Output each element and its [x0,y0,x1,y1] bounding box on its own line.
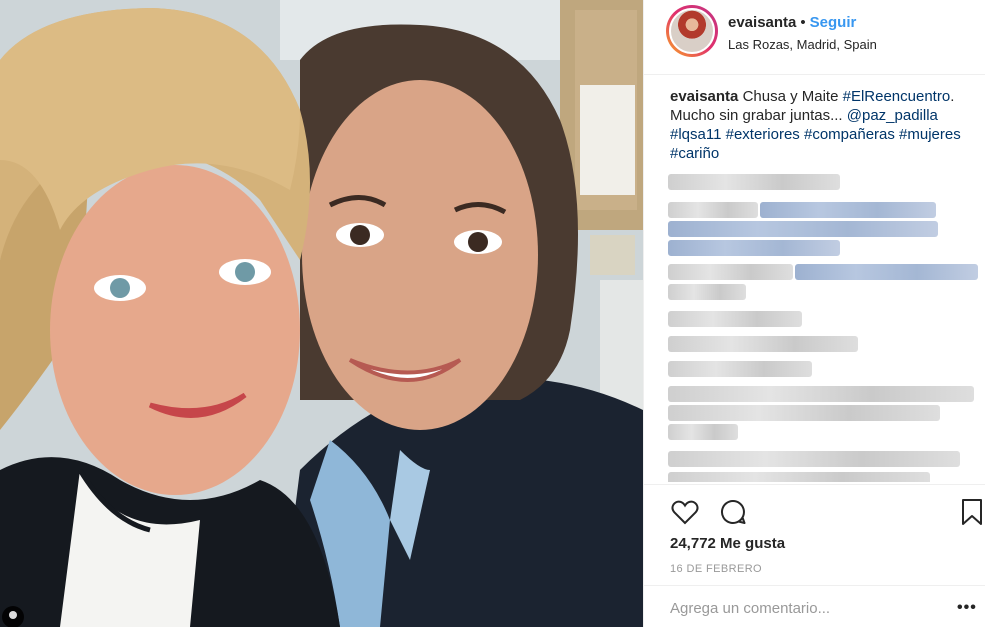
post-photo-illustration [0,0,643,627]
blurred-comment [668,284,746,300]
blurred-comment [668,311,802,327]
bookmark-icon[interactable] [957,497,987,527]
post-date: 16 DE FEBRERO [670,563,763,575]
blurred-comment [668,451,960,467]
blurred-comment [668,424,738,440]
caption-username[interactable]: evaisanta [670,88,738,105]
hashtag-link[interactable]: #lqsa11 [670,126,721,143]
hashtag-link[interactable]: #compañeras [804,126,895,143]
separator-dot: • [800,14,806,31]
comments-list-blurred [668,170,988,482]
mention-link[interactable]: @paz_padilla [847,107,938,124]
speech-bubble-icon[interactable] [718,497,748,527]
blurred-comment [668,361,812,377]
blurred-comment [668,240,840,256]
blurred-comment [668,202,758,218]
comment-input[interactable] [670,596,940,620]
caption-text: Chusa y Maite [742,88,839,105]
blurred-comment [668,336,858,352]
hashtag-link[interactable]: #ElReencuentro [843,88,951,105]
follow-button[interactable]: Seguir [810,14,857,31]
avatar-image [669,8,715,54]
blurred-comment [760,202,936,218]
heart-icon[interactable] [670,497,700,527]
post-actions: 24,772 Me gusta 16 DE FEBRERO [644,484,985,582]
hashtag-link[interactable]: #cariño [670,145,719,162]
post-side-panel: evaisanta • Seguir Las Rozas, Madrid, Spai… [643,0,1000,627]
likes-count[interactable]: 24,772 Me gusta [670,535,785,552]
more-options-icon[interactable]: ••• [957,599,977,617]
blurred-comment [668,405,940,421]
location-link[interactable]: Las Rozas, Madrid, Spain [728,37,877,52]
post-caption: evaisanta Chusa y Maite #ElReencuentro. … [670,87,980,163]
post-photo[interactable] [0,0,643,627]
hashtag-link[interactable]: #exteriores [726,126,800,143]
avatar[interactable] [666,5,718,57]
user-tag-icon[interactable] [2,606,24,627]
blurred-comment [795,264,978,280]
blurred-comment [668,174,840,190]
comment-form: ••• [644,585,985,627]
username-line: evaisanta • Seguir [728,14,856,31]
blurred-comment [668,264,793,280]
hashtag-link[interactable]: #mujeres [899,126,961,143]
blurred-comment [668,386,974,402]
post-header: evaisanta • Seguir Las Rozas, Madrid, Spai… [644,0,985,75]
blurred-comment [668,221,938,237]
username-link[interactable]: evaisanta [728,14,796,31]
blurred-comment [668,472,930,482]
